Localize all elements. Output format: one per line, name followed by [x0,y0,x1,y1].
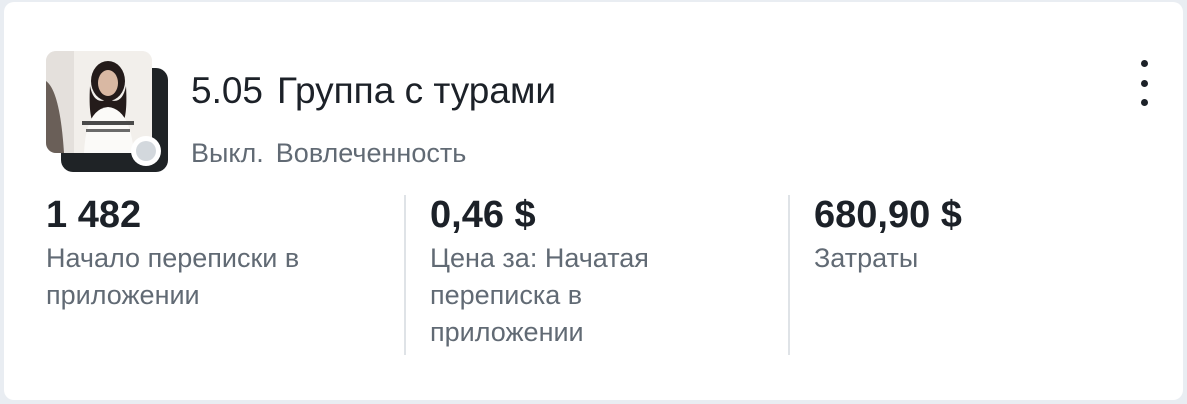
metric-spend: 680,90 $ Затраты [814,192,1144,277]
metric-value: 1 482 [46,194,142,236]
metric-cost-per-result: 0,46 $ Цена за: Начатая переписка в прил… [430,192,730,351]
campaign-subtitle: Выкл. Вовлеченность [191,138,466,169]
campaign-number: 5.05 [191,70,264,111]
campaign-name: Группа с турами [277,70,557,111]
metric-conversations: 1 482 Начало переписки в приложении [46,192,386,314]
metric-value: 680,90 $ [814,194,962,236]
campaign-status: Выкл. [191,138,264,168]
metric-label: Затраты [814,243,919,273]
campaign-title[interactable]: 5.05 Группа с турами [191,70,556,112]
more-options-button[interactable] [1131,60,1157,106]
ad-thumbnail[interactable] [46,51,152,153]
metric-label: Начало переписки в приложении [46,243,300,310]
campaign-objective: Вовлеченность [275,138,467,168]
metric-divider [404,195,406,355]
campaign-card[interactable]: 5.05 Группа с турами Выкл. Вовлеченность 1… [4,2,1183,400]
metric-label: Цена за: Начатая переписка в приложении [430,243,649,347]
status-indicator [131,136,161,166]
thumbnail-image [46,51,152,153]
metric-divider [788,195,790,355]
metric-value: 0,46 $ [430,194,536,236]
more-vertical-icon [1140,60,1148,67]
